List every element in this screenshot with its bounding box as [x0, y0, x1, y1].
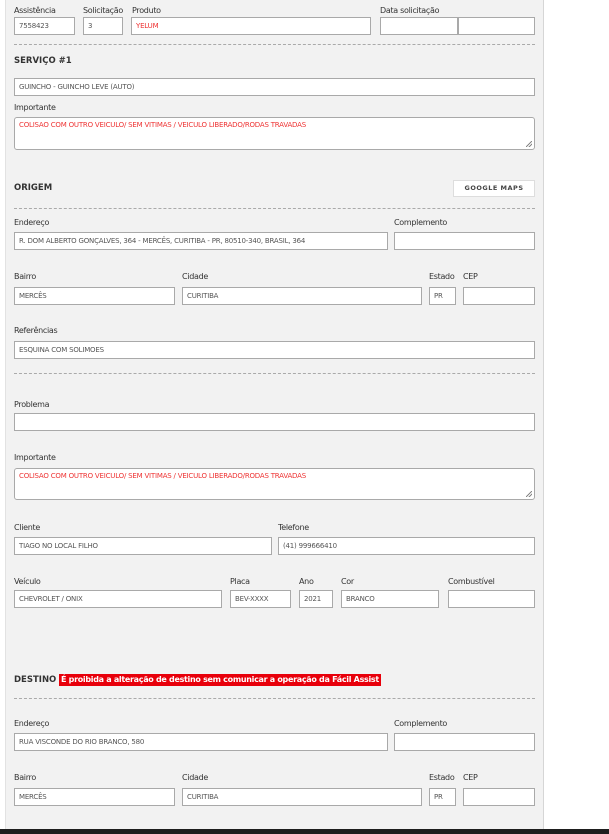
- divider: [14, 44, 535, 45]
- servico-importante-textarea[interactable]: COLISAO COM OUTRO VEICULO/ SEM VITIMAS /…: [14, 117, 535, 150]
- destino-cidade-field[interactable]: CURITIBA: [182, 788, 422, 806]
- produto-label: Produto: [132, 6, 161, 15]
- ano-label: Ano: [299, 577, 314, 586]
- origem-endereco-field[interactable]: R. DOM ALBERTO GONÇALVES, 364 - MERCÊS, …: [14, 232, 388, 250]
- placa-label: Placa: [230, 577, 250, 586]
- referencias-label: Referências: [14, 326, 58, 335]
- data-solicitacao-label: Data solicitação: [380, 6, 440, 15]
- divider: [14, 208, 535, 209]
- cidade-label: Cidade: [182, 773, 208, 782]
- destino-title: DESTINO: [14, 675, 57, 685]
- data-solicitacao-date-field[interactable]: [380, 17, 458, 35]
- origem-bairro-field[interactable]: MERCÊS: [14, 287, 175, 305]
- importante-label: Importante: [14, 103, 56, 112]
- origem-referencias-field[interactable]: ESQUINA COM SOLIMOES: [14, 341, 535, 359]
- estado-label: Estado: [429, 272, 455, 281]
- combustivel-field[interactable]: [448, 590, 535, 608]
- assistencia-field[interactable]: 7558423: [14, 17, 75, 35]
- data-solicitacao-time-field[interactable]: [458, 17, 535, 35]
- veiculo-field[interactable]: CHEVROLET / ONIX: [14, 590, 222, 608]
- origem-title: ORIGEM: [14, 183, 53, 193]
- problema-field[interactable]: [14, 413, 535, 431]
- solicitacao-label: Solicitação: [83, 6, 123, 15]
- complemento-label: Complemento: [394, 719, 448, 728]
- telefone-field[interactable]: (41) 999666410: [278, 537, 535, 555]
- cor-label: Cor: [341, 577, 354, 586]
- divider: [14, 373, 535, 374]
- taskbar: [0, 829, 609, 834]
- origem-estado-field[interactable]: PR: [429, 287, 456, 305]
- destino-cep-field[interactable]: [463, 788, 535, 806]
- placa-field[interactable]: BEV-XXXX: [230, 590, 291, 608]
- cidade-label: Cidade: [182, 272, 208, 281]
- servico-field[interactable]: GUINCHO - GUINCHO LEVE (AUTO): [14, 78, 535, 96]
- destino-complemento-field[interactable]: [394, 733, 535, 751]
- destino-estado-field[interactable]: PR: [429, 788, 456, 806]
- bairro-label: Bairro: [14, 272, 36, 281]
- destino-bairro-field[interactable]: MERCÊS: [14, 788, 175, 806]
- cliente-label: Cliente: [14, 523, 40, 532]
- importante-label: Importante: [14, 453, 56, 462]
- bairro-label: Bairro: [14, 773, 36, 782]
- cep-label: CEP: [463, 773, 478, 782]
- divider: [14, 698, 535, 699]
- endereco-label: Endereço: [14, 719, 50, 728]
- cep-label: CEP: [463, 272, 478, 281]
- google-maps-button[interactable]: GOOGLE MAPS: [453, 180, 535, 197]
- cor-field[interactable]: BRANCO: [341, 590, 439, 608]
- problema-importante-textarea[interactable]: COLISAO COM OUTRO VEICULO/ SEM VITIMAS /…: [14, 468, 535, 500]
- telefone-label: Telefone: [278, 523, 309, 532]
- origem-cep-field[interactable]: [463, 287, 535, 305]
- estado-label: Estado: [429, 773, 455, 782]
- complemento-label: Complemento: [394, 218, 448, 227]
- servico-title: SERVIÇO #1: [14, 56, 72, 66]
- produto-field[interactable]: YELUM: [131, 17, 371, 35]
- combustivel-label: Combustível: [448, 577, 495, 586]
- cliente-field[interactable]: TIAGO NO LOCAL FILHO: [14, 537, 272, 555]
- ano-field[interactable]: 2021: [299, 590, 333, 608]
- origem-complemento-field[interactable]: [394, 232, 535, 250]
- endereco-label: Endereço: [14, 218, 50, 227]
- veiculo-label: Veículo: [14, 577, 41, 586]
- assistencia-label: Assistência: [14, 6, 56, 15]
- problema-label: Problema: [14, 400, 50, 409]
- destino-warning-badge: É proibida a alteração de destino sem co…: [59, 674, 381, 686]
- solicitacao-field[interactable]: 3: [83, 17, 123, 35]
- origem-cidade-field[interactable]: CURITIBA: [182, 287, 422, 305]
- destino-endereco-field[interactable]: RUA VISCONDE DO RIO BRANCO, 580: [14, 733, 388, 751]
